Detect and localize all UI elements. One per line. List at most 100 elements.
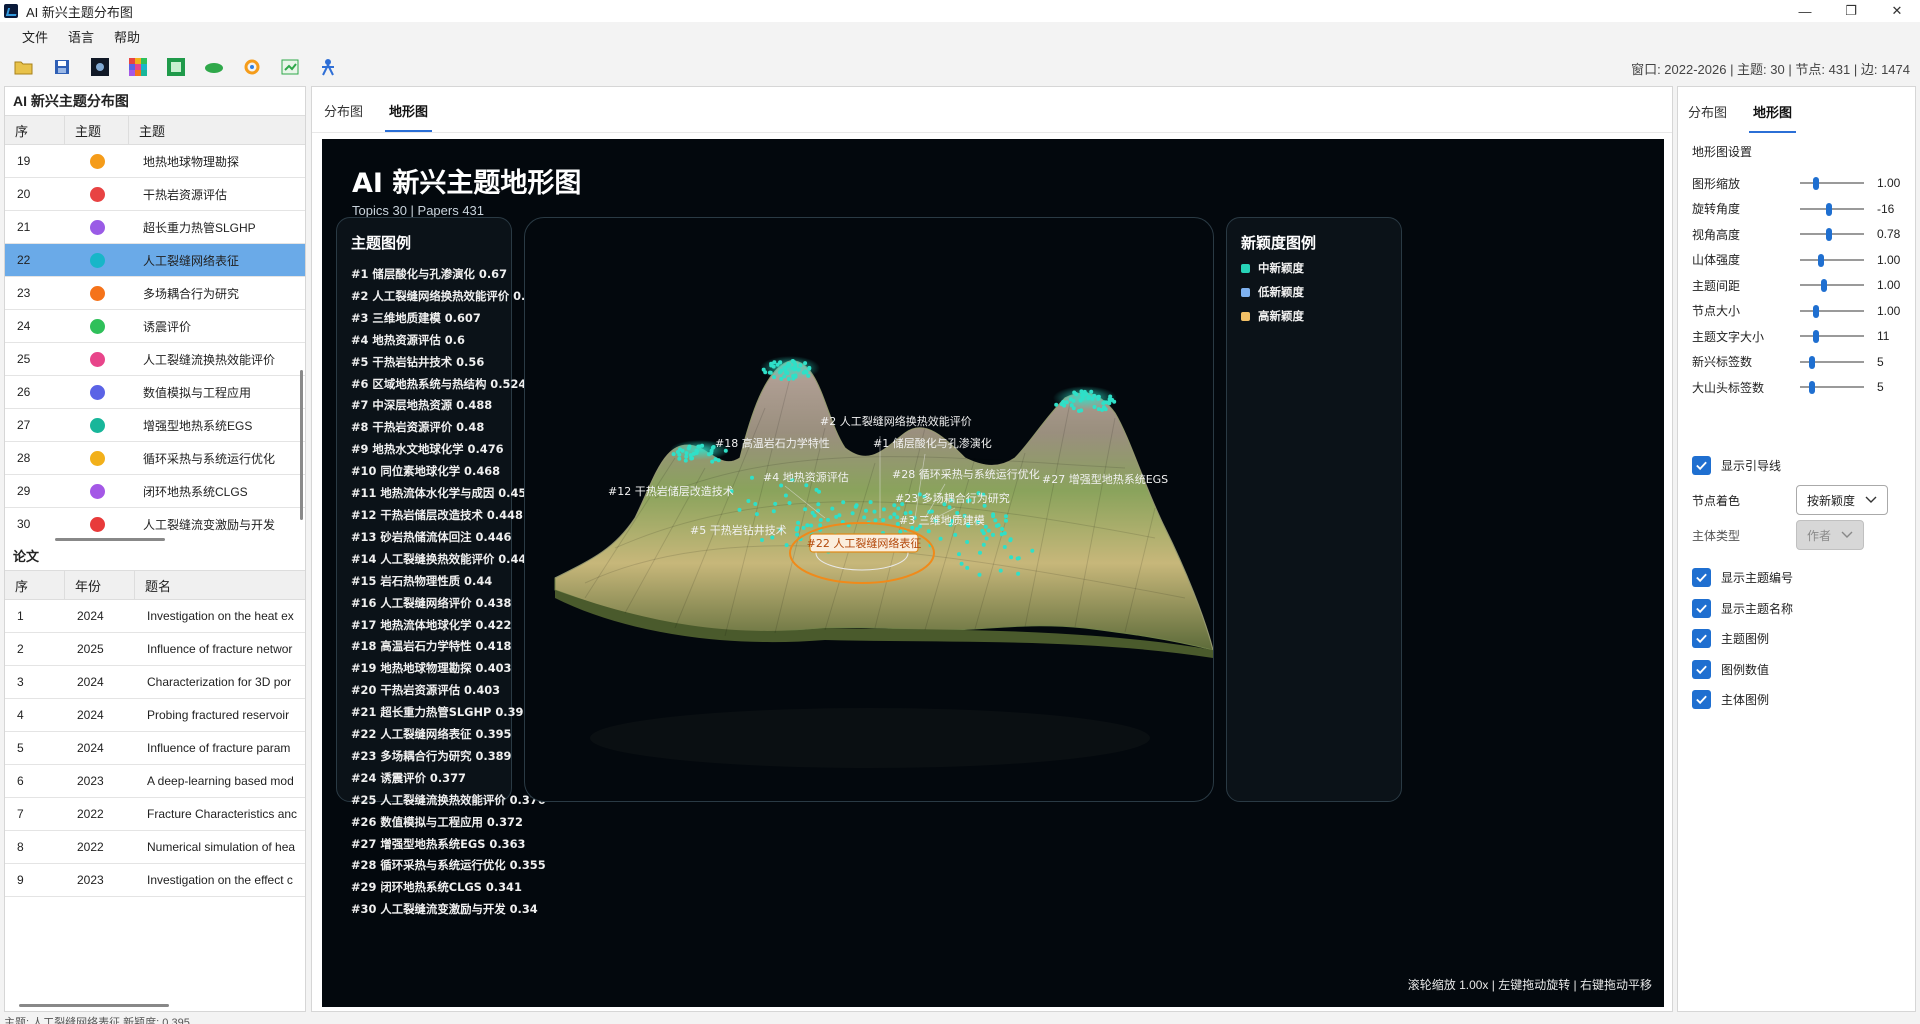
export-button[interactable]	[276, 54, 304, 80]
slider-thumb[interactable]	[1818, 253, 1825, 267]
col-title[interactable]: 题名	[135, 571, 305, 599]
topic-color-dot	[89, 153, 105, 169]
paper-year: 2023	[77, 774, 104, 788]
minimize-button[interactable]: —	[1782, 0, 1828, 22]
display-option-checkbox[interactable]: 主体图例	[1692, 690, 1769, 709]
display-option-checkbox[interactable]: 图例数值	[1692, 659, 1769, 679]
interaction-help: 滚轮缩放 1.00x | 左键拖动旋转 | 右键拖动平移	[1407, 978, 1652, 992]
terrain-label-5: #5 干热岩钻井技术	[690, 523, 787, 537]
topic-legend-item: #9 地热水文地球化学 0.476	[351, 442, 504, 457]
topic-node-dot	[772, 375, 777, 380]
col-year[interactable]: 年份	[65, 571, 135, 599]
topic-node-dot	[980, 528, 985, 533]
topic-row[interactable]: 22 人工裂缝网络表征	[5, 244, 305, 277]
topic-row[interactable]: 26 数值模拟与工程应用	[5, 376, 305, 409]
display-option-checkbox[interactable]: 显示主题名称	[1692, 598, 1793, 618]
slider-thumb[interactable]	[1813, 304, 1819, 318]
menu-language[interactable]: 语言	[60, 25, 102, 48]
topic-node-dot	[888, 515, 893, 520]
col-topic[interactable]: 主题	[129, 116, 305, 144]
cloud-button[interactable]	[200, 54, 228, 80]
paper-row[interactable]: 1 2024 Investigation on the heat ex	[5, 600, 305, 633]
paper-row[interactable]: 7 2022 Fracture Characteristics anc	[5, 798, 305, 831]
close-button[interactable]: ✕	[1874, 0, 1920, 22]
paper-row[interactable]: 9 2023 Investigation on the effect c	[5, 864, 305, 897]
display-option-checkbox[interactable]: 主题图例	[1692, 629, 1769, 648]
show-guide-checkbox[interactable]: 显示引导线	[1692, 456, 1781, 475]
open-folder-button[interactable]	[10, 54, 38, 80]
topic-row[interactable]: 20 干热岩资源评估	[5, 178, 305, 211]
tab-terrain-settings[interactable]: 地形图	[1749, 102, 1797, 133]
topic-row[interactable]: 30 人工裂缝流变激励与开发	[5, 508, 305, 538]
slider-track[interactable]	[1800, 258, 1864, 261]
topic-node-dot	[898, 529, 903, 534]
topic-scrollbar[interactable]	[300, 370, 303, 520]
slider-thumb[interactable]	[1821, 279, 1828, 292]
col-index[interactable]: 序	[5, 116, 65, 144]
paper-row[interactable]: 3 2024 Characterization for 3D por	[5, 666, 305, 699]
topic-row[interactable]: 29 闭环地热系统CLGS	[5, 475, 305, 508]
topic-h-scrollbar[interactable]	[55, 538, 165, 541]
slider-track[interactable]	[1800, 233, 1864, 235]
topic-node-dot	[834, 514, 839, 519]
topic-node-dot	[938, 536, 943, 541]
topic-row[interactable]: 19 地热地球物理勘探	[5, 145, 305, 178]
focus-label: #22 人工裂缝网络表征	[807, 536, 922, 550]
menu-help[interactable]: 帮助	[106, 25, 148, 48]
slider-track[interactable]	[1800, 335, 1864, 337]
slider-thumb[interactable]	[1825, 228, 1832, 241]
topic-color-dot	[89, 450, 105, 466]
maximize-button[interactable]: ❐	[1828, 0, 1874, 22]
topic-legend-item: #24 诱震评价 0.377	[351, 770, 466, 785]
slider-track[interactable]	[1800, 182, 1864, 184]
topic-row[interactable]: 25 人工裂缝流换热效能评价	[5, 343, 305, 376]
topic-color-cell	[65, 252, 129, 268]
checkbox-checked-icon	[1692, 568, 1711, 587]
slider-track[interactable]	[1800, 309, 1864, 312]
topic-node-dot	[881, 507, 886, 512]
slider-thumb[interactable]	[1825, 202, 1832, 216]
distribution-view-button[interactable]	[86, 54, 114, 80]
slider-thumb[interactable]	[1808, 381, 1815, 394]
menu-file[interactable]: 文件	[14, 25, 56, 48]
paper-row[interactable]: 2 2025 Influence of fracture networ	[5, 633, 305, 666]
topic-row[interactable]: 24 诱震评价	[5, 310, 305, 343]
terrain-view-button[interactable]	[162, 54, 190, 80]
slider-track[interactable]	[1800, 207, 1864, 210]
topic-row[interactable]: 28 循环采热与系统运行优化	[5, 442, 305, 475]
paper-h-scrollbar[interactable]	[19, 1004, 169, 1007]
terrain-canvas[interactable]: AI 新兴主题地形图 Topics 30 | Papers 431 主题图例 #…	[322, 139, 1664, 1007]
topic-node-dot	[796, 367, 801, 372]
paper-index: 1	[17, 609, 24, 623]
col-color[interactable]: 主题	[65, 116, 129, 144]
paper-row[interactable]: 4 2024 Probing fractured reservoir	[5, 699, 305, 732]
display-option-checkbox[interactable]: 显示主题编号	[1692, 568, 1793, 587]
terrain-view[interactable]: #22 人工裂缝网络表征 #2 人工裂缝网络换热效能评价 #18 高温岩石力学特…	[524, 217, 1214, 802]
node-color-select[interactable]: 按新颖度	[1796, 485, 1888, 515]
tab-distribution[interactable]: 分布图	[320, 101, 367, 132]
refresh-button[interactable]	[238, 54, 266, 80]
setting-slider-row: 节点大小 1.00	[1692, 301, 1907, 321]
paper-row[interactable]: 5 2024 Influence of fracture param	[5, 732, 305, 765]
palette-button[interactable]	[124, 54, 152, 80]
slider-thumb[interactable]	[1808, 355, 1815, 369]
tab-distribution-settings[interactable]: 分布图	[1684, 102, 1731, 133]
save-button[interactable]	[48, 54, 76, 80]
paper-row[interactable]: 6 2023 A deep-learning based mod	[5, 765, 305, 798]
toolbar: 窗口: 2022-2026 | 主题: 30 | 节点: 431 | 边: 14…	[0, 52, 1920, 82]
user-button[interactable]	[314, 54, 342, 80]
slider-thumb[interactable]	[1813, 330, 1819, 343]
topic-node-dot	[841, 500, 846, 505]
tab-terrain[interactable]: 地形图	[385, 101, 433, 132]
topic-row[interactable]: 21 超长重力热管SLGHP	[5, 211, 305, 244]
topic-node-dot	[754, 512, 759, 517]
col-index[interactable]: 序	[5, 571, 65, 599]
slider-track[interactable]	[1800, 284, 1864, 286]
topic-legend-item: #19 地热地球物理勘探 0.403	[351, 661, 512, 676]
slider-label: 主题间距	[1692, 278, 1741, 293]
slider-thumb[interactable]	[1813, 177, 1819, 190]
topic-row[interactable]: 23 多场耦合行为研究	[5, 277, 305, 310]
paper-row[interactable]: 8 2022 Numerical simulation of hea	[5, 831, 305, 864]
topic-row[interactable]: 27 增强型地热系统EGS	[5, 409, 305, 442]
export-icon	[281, 59, 299, 75]
